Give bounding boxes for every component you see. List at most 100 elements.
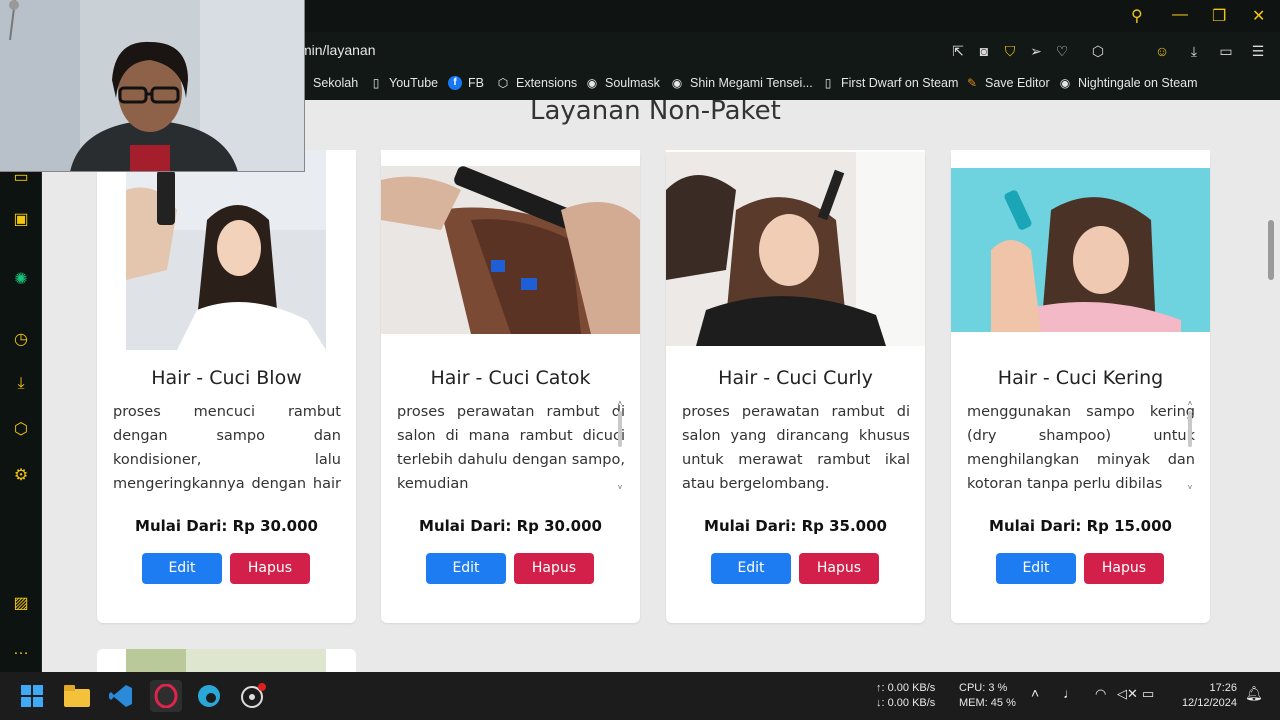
system-monitor: CPU: 3 % MEM: 45 %	[959, 681, 1016, 711]
bookmark-youtube[interactable]: ▯ YouTube	[369, 76, 438, 90]
clock[interactable]: 17:26 12/12/2024	[1175, 681, 1237, 711]
memory-icon[interactable]: ▣	[11, 210, 31, 230]
steam-icon: ◉	[1059, 76, 1071, 90]
cube-icon[interactable]: ⬡	[1090, 43, 1106, 59]
service-card: Hair - Cuci Catok proses perawatan rambu…	[381, 150, 640, 623]
scroll-down-icon[interactable]: ˅	[616, 483, 624, 492]
profile-icon[interactable]: ☺	[1154, 43, 1170, 59]
edge-icon[interactable]	[193, 680, 225, 712]
net-up: ↑: 0.00 KB/s	[876, 682, 936, 694]
minimize-icon[interactable]: —	[1172, 6, 1188, 24]
chevron-up-icon[interactable]: ˄	[1031, 686, 1039, 701]
cube-icon[interactable]: ⬡	[11, 420, 31, 440]
settings-sliders-icon[interactable]: ☰	[1250, 43, 1266, 59]
url-text[interactable]: min/layanan	[300, 42, 376, 58]
history-icon[interactable]: ◷	[11, 330, 31, 350]
maximize-icon[interactable]: ❐	[1212, 6, 1226, 26]
description-scrollbar[interactable]: ˄ ˅	[616, 399, 624, 493]
chatgpt-icon[interactable]: ✺	[11, 270, 31, 290]
windows-taskbar: ↑: 0.00 KB/s ↓: 0.00 KB/s CPU: 3 % MEM: …	[0, 672, 1280, 720]
delete-button[interactable]: Hapus	[799, 553, 879, 584]
shield-icon[interactable]: ⛉	[1002, 43, 1018, 59]
edit-button[interactable]: Edit	[996, 553, 1076, 584]
service-description: proses perawatan rambut di salon yang di…	[682, 404, 910, 492]
page-icon: ▯	[824, 76, 832, 90]
delete-button[interactable]: Hapus	[514, 553, 594, 584]
close-icon[interactable]: ✕	[1252, 6, 1265, 26]
service-price: Mulai Dari: Rp 30.000	[419, 517, 602, 535]
scroll-up-icon[interactable]: ˄	[616, 399, 624, 408]
battery-icon[interactable]: ▭	[1218, 43, 1234, 59]
service-card: Hair - Cuci Blow proses mencuci rambut d…	[97, 150, 356, 623]
steam-icon: ◉	[671, 76, 683, 90]
net-down: ↓: 0.00 KB/s	[876, 697, 936, 709]
description-scrollbar[interactable]: ˄ ˅	[1186, 399, 1194, 493]
service-title: Hair - Cuci Blow	[151, 367, 302, 389]
edit-button[interactable]: Edit	[711, 553, 791, 584]
browser-sidebar: ▭ ▣ ✺ ◷ ⤓ ⬡ ⚙ ▨ …	[0, 100, 42, 672]
bookmark-nightingale[interactable]: ◉ Nightingale on Steam	[1058, 76, 1198, 90]
delete-button[interactable]: Hapus	[230, 553, 310, 584]
scroll-down-icon[interactable]: ˅	[1186, 483, 1194, 492]
service-image	[381, 150, 640, 350]
cpu-usage: CPU: 3 %	[959, 682, 1008, 694]
wifi-icon[interactable]: ◠	[1095, 686, 1106, 701]
service-price: Mulai Dari: Rp 30.000	[135, 517, 318, 535]
bookmark-first-dwarf[interactable]: ▯ First Dwarf on Steam	[821, 76, 959, 90]
vscode-icon[interactable]	[105, 680, 137, 712]
service-image	[666, 150, 925, 350]
scrollbar-thumb[interactable]	[1188, 411, 1192, 447]
gallery-icon[interactable]: ▨	[11, 594, 31, 614]
delete-button[interactable]: Hapus	[1084, 553, 1164, 584]
microphone-icon[interactable]: ♩	[1063, 686, 1077, 701]
service-card: Hair - Cuci Kering menggunakan sampo ker…	[951, 150, 1210, 623]
bookmark-shin-megami[interactable]: ◉ Shin Megami Tensei...	[670, 76, 813, 90]
service-description: proses perawatan rambut di salon di mana…	[397, 404, 625, 492]
notification-bell-icon[interactable]: 🔔︎	[1245, 686, 1263, 701]
page-scrollbar-thumb[interactable]	[1268, 220, 1274, 280]
page-content: Layanan Non-Paket Hair - Cuci Blow prose…	[42, 100, 1280, 672]
service-image	[126, 649, 326, 672]
speaker-muted-icon[interactable]: ◁✕	[1117, 686, 1138, 701]
scrollbar-thumb[interactable]	[618, 411, 622, 447]
send-icon[interactable]: ➢	[1028, 43, 1044, 59]
heart-icon[interactable]: ♡	[1054, 43, 1070, 59]
bookmark-save-editor[interactable]: ✎ Save Editor	[965, 76, 1050, 90]
service-description: menggunakan sampo kering (dry shampoo) u…	[967, 404, 1195, 492]
edit-icon: ✎	[966, 76, 978, 90]
bookmark-fb[interactable]: f FB	[448, 76, 484, 90]
share-icon[interactable]: ⇱	[950, 43, 966, 59]
service-image	[951, 150, 1210, 350]
download-icon[interactable]: ⤓	[11, 374, 31, 394]
page-title: Layanan Non-Paket	[530, 100, 781, 126]
obs-icon[interactable]	[237, 680, 269, 712]
bookmark-extensions[interactable]: ⬡ Extensions	[496, 76, 577, 90]
network-speed: ↑: 0.00 KB/s ↓: 0.00 KB/s	[876, 681, 935, 711]
download-icon[interactable]: ⤓	[1186, 43, 1202, 59]
service-price: Mulai Dari: Rp 15.000	[989, 517, 1172, 535]
scroll-up-icon[interactable]: ˄	[1186, 399, 1194, 408]
opera-gx-icon[interactable]	[150, 680, 182, 712]
edit-button[interactable]: Edit	[426, 553, 506, 584]
file-explorer-icon[interactable]	[61, 680, 93, 712]
service-description: proses mencuci rambut dengan sampo dan k…	[113, 404, 341, 492]
edit-button[interactable]: Edit	[142, 553, 222, 584]
clock-time: 17:26	[1209, 682, 1237, 694]
service-card-partial	[97, 649, 356, 672]
more-icon[interactable]: …	[11, 640, 31, 660]
service-card: Hair - Cuci Curly proses perawatan rambu…	[666, 150, 925, 623]
service-title: Hair - Cuci Kering	[997, 367, 1164, 389]
service-image	[97, 150, 356, 350]
bookmark-sekolah[interactable]: Sekolah	[313, 76, 358, 90]
clock-date: 12/12/2024	[1181, 697, 1237, 709]
windows-start-icon[interactable]	[16, 680, 48, 712]
gear-icon[interactable]: ⚙	[11, 466, 31, 486]
service-title: Hair - Cuci Curly	[718, 367, 873, 389]
bookmark-soulmask[interactable]: ◉ Soulmask	[585, 76, 660, 90]
search-icon[interactable]: ⚲	[1131, 6, 1143, 26]
service-price: Mulai Dari: Rp 35.000	[704, 517, 887, 535]
camera-icon[interactable]: ◙	[976, 43, 992, 59]
battery-icon[interactable]: ▭	[1142, 686, 1154, 701]
webcam-overlay	[0, 0, 305, 172]
page-icon: ▯	[372, 76, 380, 90]
